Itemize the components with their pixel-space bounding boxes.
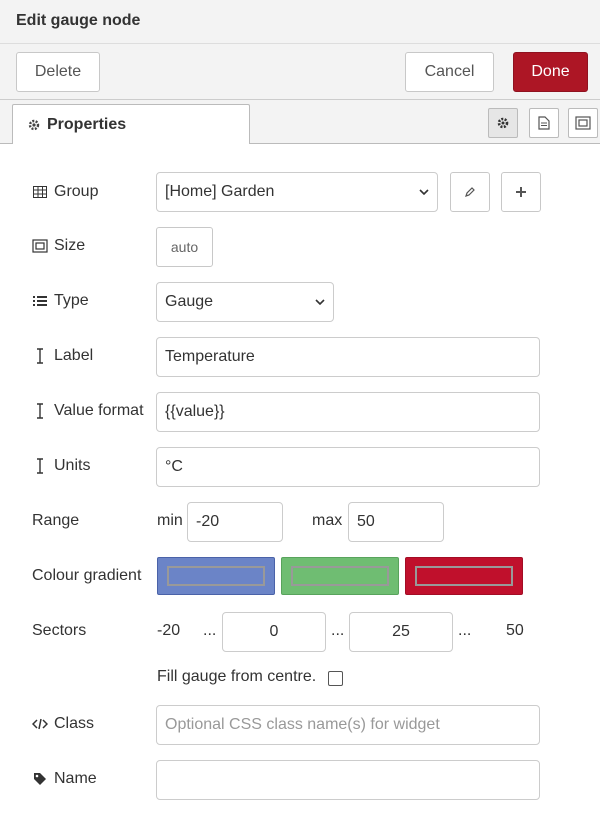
sectors-label: Sectors — [32, 622, 87, 639]
sector-start-value: -20 — [157, 622, 181, 639]
range-min-input[interactable]: -20 — [187, 502, 283, 542]
colour-gradient-label: Colour gradient — [32, 567, 142, 584]
gradient-colour-high[interactable] — [405, 557, 523, 595]
range-label: Range — [32, 512, 80, 529]
chevron-down-icon — [315, 299, 325, 305]
text-cursor-icon — [32, 403, 48, 419]
sector-separator: ... — [458, 622, 472, 639]
label-label: Label — [32, 345, 93, 367]
document-icon — [538, 116, 550, 130]
gear-icon — [27, 118, 41, 132]
resize-icon — [32, 239, 48, 253]
gear-icon — [496, 116, 510, 130]
edit-group-button[interactable] — [450, 172, 490, 212]
settings-tab-button[interactable] — [488, 108, 518, 138]
dialog-toolbar: Delete Cancel Done — [0, 44, 600, 100]
range-max-label: max — [312, 512, 343, 529]
done-button[interactable]: Done — [513, 52, 588, 92]
sector-end-value: 50 — [506, 622, 524, 639]
name-label: Name — [32, 768, 97, 790]
sector-separator: ... — [331, 622, 345, 639]
add-group-button[interactable] — [501, 172, 541, 212]
range-min-label: min — [157, 512, 183, 529]
fill-gauge-label: Fill gauge from centre. — [157, 668, 317, 685]
list-icon — [32, 295, 48, 307]
class-input[interactable]: Optional CSS class name(s) for widget — [156, 705, 540, 745]
appearance-icon — [575, 116, 591, 130]
tab-properties[interactable]: Properties — [12, 104, 250, 145]
cancel-button[interactable]: Cancel — [405, 52, 494, 92]
type-label: Type — [32, 290, 89, 312]
type-select[interactable]: Gauge — [156, 282, 334, 322]
gradient-colour-mid[interactable] — [281, 557, 399, 595]
tab-properties-label: Properties — [47, 115, 127, 133]
group-label: Group — [32, 181, 98, 203]
description-tab-button[interactable] — [529, 108, 559, 138]
gradient-colour-low[interactable] — [157, 557, 275, 595]
value-format-label: Value format — [32, 400, 144, 422]
name-input[interactable] — [156, 760, 540, 800]
units-label: Units — [32, 455, 90, 477]
sector-second-input[interactable]: 25 — [349, 612, 453, 652]
size-label: Size — [32, 235, 85, 257]
code-icon — [32, 718, 48, 730]
table-icon — [32, 186, 48, 198]
sector-first-input[interactable]: 0 — [222, 612, 326, 652]
plus-icon — [515, 186, 527, 198]
delete-button[interactable]: Delete — [16, 52, 100, 92]
dialog-header: Edit gauge node — [0, 0, 600, 44]
value-format-input[interactable]: {{value}} — [156, 392, 540, 432]
tag-icon — [32, 772, 48, 786]
size-button[interactable]: auto — [156, 227, 213, 267]
pencil-icon — [464, 186, 476, 198]
units-input[interactable]: °C — [156, 447, 540, 487]
text-cursor-icon — [32, 348, 48, 364]
sector-separator: ... — [203, 622, 217, 639]
appearance-tab-button[interactable] — [568, 108, 598, 138]
class-label: Class — [32, 713, 94, 735]
group-select[interactable]: [Home] Garden — [156, 172, 438, 212]
range-max-input[interactable]: 50 — [348, 502, 444, 542]
chevron-down-icon — [419, 189, 429, 195]
label-input[interactable]: Temperature — [156, 337, 540, 377]
dialog-title: Edit gauge node — [16, 12, 141, 29]
text-cursor-icon — [32, 458, 48, 474]
fill-gauge-checkbox[interactable] — [328, 671, 343, 686]
